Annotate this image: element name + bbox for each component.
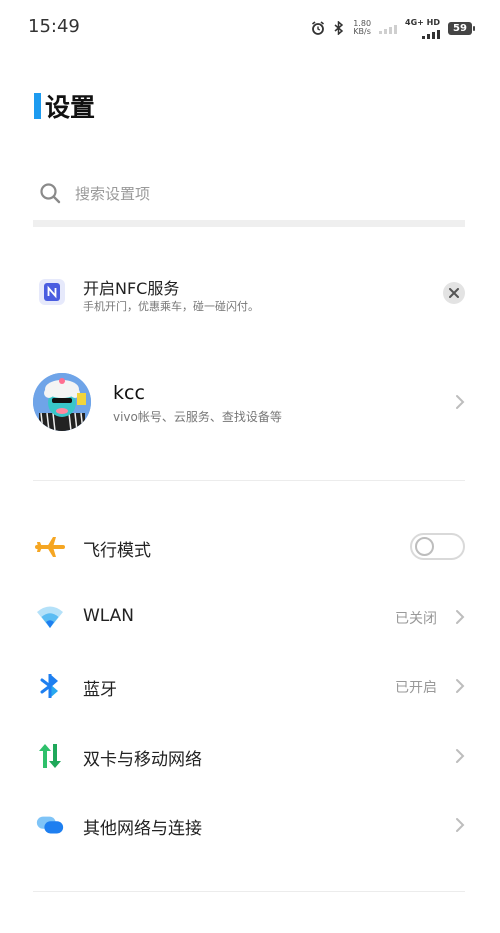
status-time: 15:49 xyxy=(28,16,80,37)
page-title-text: 设置 xyxy=(45,93,96,122)
search-bar[interactable] xyxy=(33,172,465,227)
divider xyxy=(33,891,465,892)
nfc-subtitle: 手机开门，优惠乘车，碰一碰闪付。 xyxy=(83,300,259,313)
network-speed: 1.80 KB/s xyxy=(353,20,371,36)
airplane-mode-label: 飞行模式 xyxy=(83,541,151,561)
signal-sim1-icon xyxy=(379,22,398,34)
account-name: kcc xyxy=(113,382,145,404)
chevron-right-icon xyxy=(456,395,465,409)
battery-icon: 59 xyxy=(448,21,475,35)
setting-bluetooth[interactable]: 蓝牙 已开启 xyxy=(33,658,465,714)
setting-wlan[interactable]: WLAN 已关闭 xyxy=(33,589,465,645)
connection-icon xyxy=(35,811,65,839)
airplane-icon xyxy=(35,533,65,561)
bluetooth-icon xyxy=(35,672,65,700)
chevron-right-icon xyxy=(456,749,465,763)
nfc-title: 开启NFC服务 xyxy=(83,279,180,298)
signal-sim2-group: 4G+ HD xyxy=(405,18,440,39)
other-networks-label: 其他网络与连接 xyxy=(83,819,202,839)
bluetooth-label: 蓝牙 xyxy=(83,680,117,700)
wlan-label: WLAN xyxy=(83,606,135,626)
airplane-mode-toggle[interactable] xyxy=(410,533,465,560)
chevron-right-icon xyxy=(456,610,465,624)
alarm-icon xyxy=(312,21,325,35)
search-input[interactable] xyxy=(73,178,457,210)
bluetooth-status: 已开启 xyxy=(395,680,437,696)
bluetooth-status-icon xyxy=(334,21,344,35)
chevron-right-icon xyxy=(456,818,465,832)
nfc-suggestion-card[interactable]: 开启NFC服务 手机开门，优惠乘车，碰一碰闪付。 xyxy=(33,268,465,320)
avatar xyxy=(33,373,91,431)
wlan-status: 已关闭 xyxy=(395,611,437,627)
nfc-icon xyxy=(39,279,65,305)
signal-sim2-icon xyxy=(422,27,440,39)
wifi-icon xyxy=(35,603,65,631)
network-type: 4G+ HD xyxy=(405,17,440,27)
setting-mobile-network[interactable]: 双卡与移动网络 xyxy=(33,728,465,784)
title-accent-bar xyxy=(34,93,41,119)
mobile-network-label: 双卡与移动网络 xyxy=(83,750,202,770)
setting-other-networks[interactable]: 其他网络与连接 xyxy=(33,797,465,853)
chevron-right-icon xyxy=(456,679,465,693)
speed-unit: KB/s xyxy=(353,27,371,36)
account-subtitle: vivo帐号、云服务、查找设备等 xyxy=(113,410,282,424)
status-bar: 15:49 1.80 KB/s 4G+ HD 59 xyxy=(0,0,500,56)
account-row[interactable]: kcc vivo帐号、云服务、查找设备等 xyxy=(33,370,465,434)
status-icons: 1.80 KB/s 4G+ HD 59 xyxy=(311,18,475,39)
close-nfc-card-button[interactable] xyxy=(443,282,465,304)
close-icon xyxy=(449,288,459,298)
toggle-knob xyxy=(415,537,434,556)
mobile-data-icon xyxy=(35,742,65,770)
divider xyxy=(33,480,465,481)
page-title: 设置 xyxy=(34,88,95,124)
search-icon xyxy=(40,183,61,204)
setting-airplane-mode[interactable]: 飞行模式 xyxy=(33,519,465,575)
